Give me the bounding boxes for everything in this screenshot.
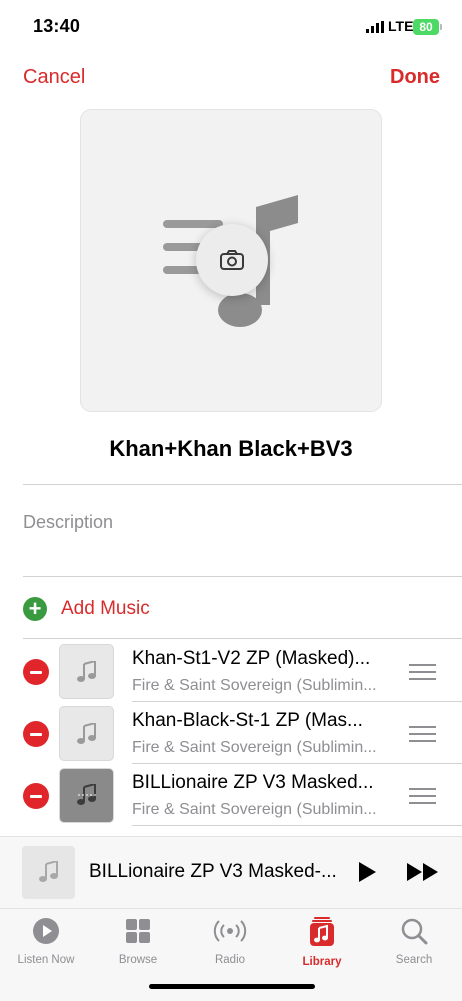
reorder-handle-icon[interactable] — [409, 788, 436, 804]
mini-player-artwork — [22, 846, 75, 899]
track-title: BILLionaire ZP V3 Masked... — [132, 772, 374, 793]
music-note-icon — [76, 660, 96, 682]
tab-listen-now[interactable]: Listen Now — [0, 917, 92, 966]
track-artist: Fire & Saint Sovereign (Sublimin... — [132, 739, 377, 756]
battery-icon: 80 — [413, 19, 439, 35]
add-music-label: Add Music — [61, 598, 150, 619]
music-note-icon — [38, 860, 58, 882]
add-music-divider — [23, 638, 462, 639]
track-artwork — [60, 645, 113, 698]
description-divider — [23, 576, 462, 577]
tab-library[interactable]: Library — [276, 917, 368, 968]
music-note-icon — [76, 722, 96, 744]
track-artwork — [60, 769, 113, 822]
remove-track-button[interactable] — [23, 783, 49, 809]
mini-player-title: BILLionaire ZP V3 Masked-... — [89, 861, 337, 882]
reorder-handle-icon[interactable] — [409, 726, 436, 742]
add-music-button[interactable]: + Add Music — [23, 596, 150, 622]
track-row[interactable]: Khan-Black-St-1 ZP (Mas... Fire & Saint … — [0, 702, 462, 764]
reorder-handle-icon[interactable] — [409, 664, 436, 680]
mini-player[interactable]: BILLionaire ZP V3 Masked-... — [0, 836, 462, 908]
remove-track-button[interactable] — [23, 721, 49, 747]
track-title: Khan-St1-V2 ZP (Masked)... — [132, 648, 371, 669]
tab-label: Radio — [214, 954, 246, 966]
playlist-title[interactable]: Khan+Khan Black+BV3 — [0, 436, 462, 462]
play-circle-icon — [33, 918, 59, 944]
track-title: Khan-Black-St-1 ZP (Mas... — [132, 710, 363, 731]
tab-label: Listen Now — [17, 954, 75, 966]
tab-label: Browse — [118, 954, 158, 966]
signal-icon — [366, 21, 384, 33]
magnifier-icon — [401, 918, 428, 945]
network-type: LTE — [388, 18, 414, 34]
grid-icon — [126, 919, 150, 943]
home-indicator — [149, 984, 315, 989]
done-button[interactable]: Done — [390, 66, 440, 89]
track-row[interactable]: Khan-St1-V2 ZP (Masked)... Fire & Saint … — [0, 640, 462, 702]
camera-icon — [220, 250, 244, 270]
radio-waves-icon — [213, 920, 247, 942]
tab-radio[interactable]: Radio — [184, 917, 276, 966]
track-artwork — [60, 707, 113, 760]
fast-forward-icon[interactable] — [406, 861, 440, 883]
remove-track-button[interactable] — [23, 659, 49, 685]
now-playing-icon — [76, 783, 96, 805]
track-artist: Fire & Saint Sovereign (Sublimin... — [132, 677, 377, 694]
row-divider — [132, 825, 462, 826]
tab-search[interactable]: Search — [368, 917, 460, 966]
title-divider — [23, 484, 462, 485]
add-icon: + — [23, 597, 47, 621]
description-field[interactable]: Description — [23, 512, 113, 533]
track-artist: Fire & Saint Sovereign (Sublimin... — [132, 801, 377, 818]
change-artwork-button[interactable] — [196, 224, 268, 296]
tab-browse[interactable]: Browse — [92, 917, 184, 966]
track-row[interactable]: BILLionaire ZP V3 Masked... Fire & Saint… — [0, 764, 462, 826]
music-library-icon — [310, 917, 334, 946]
play-icon[interactable] — [356, 861, 378, 883]
battery-level: 80 — [419, 20, 433, 34]
tab-label: Search — [395, 954, 433, 966]
status-time: 13:40 — [33, 16, 81, 36]
battery-tip — [440, 24, 442, 30]
cancel-button[interactable]: Cancel — [23, 66, 85, 89]
tab-label: Library — [302, 956, 342, 968]
